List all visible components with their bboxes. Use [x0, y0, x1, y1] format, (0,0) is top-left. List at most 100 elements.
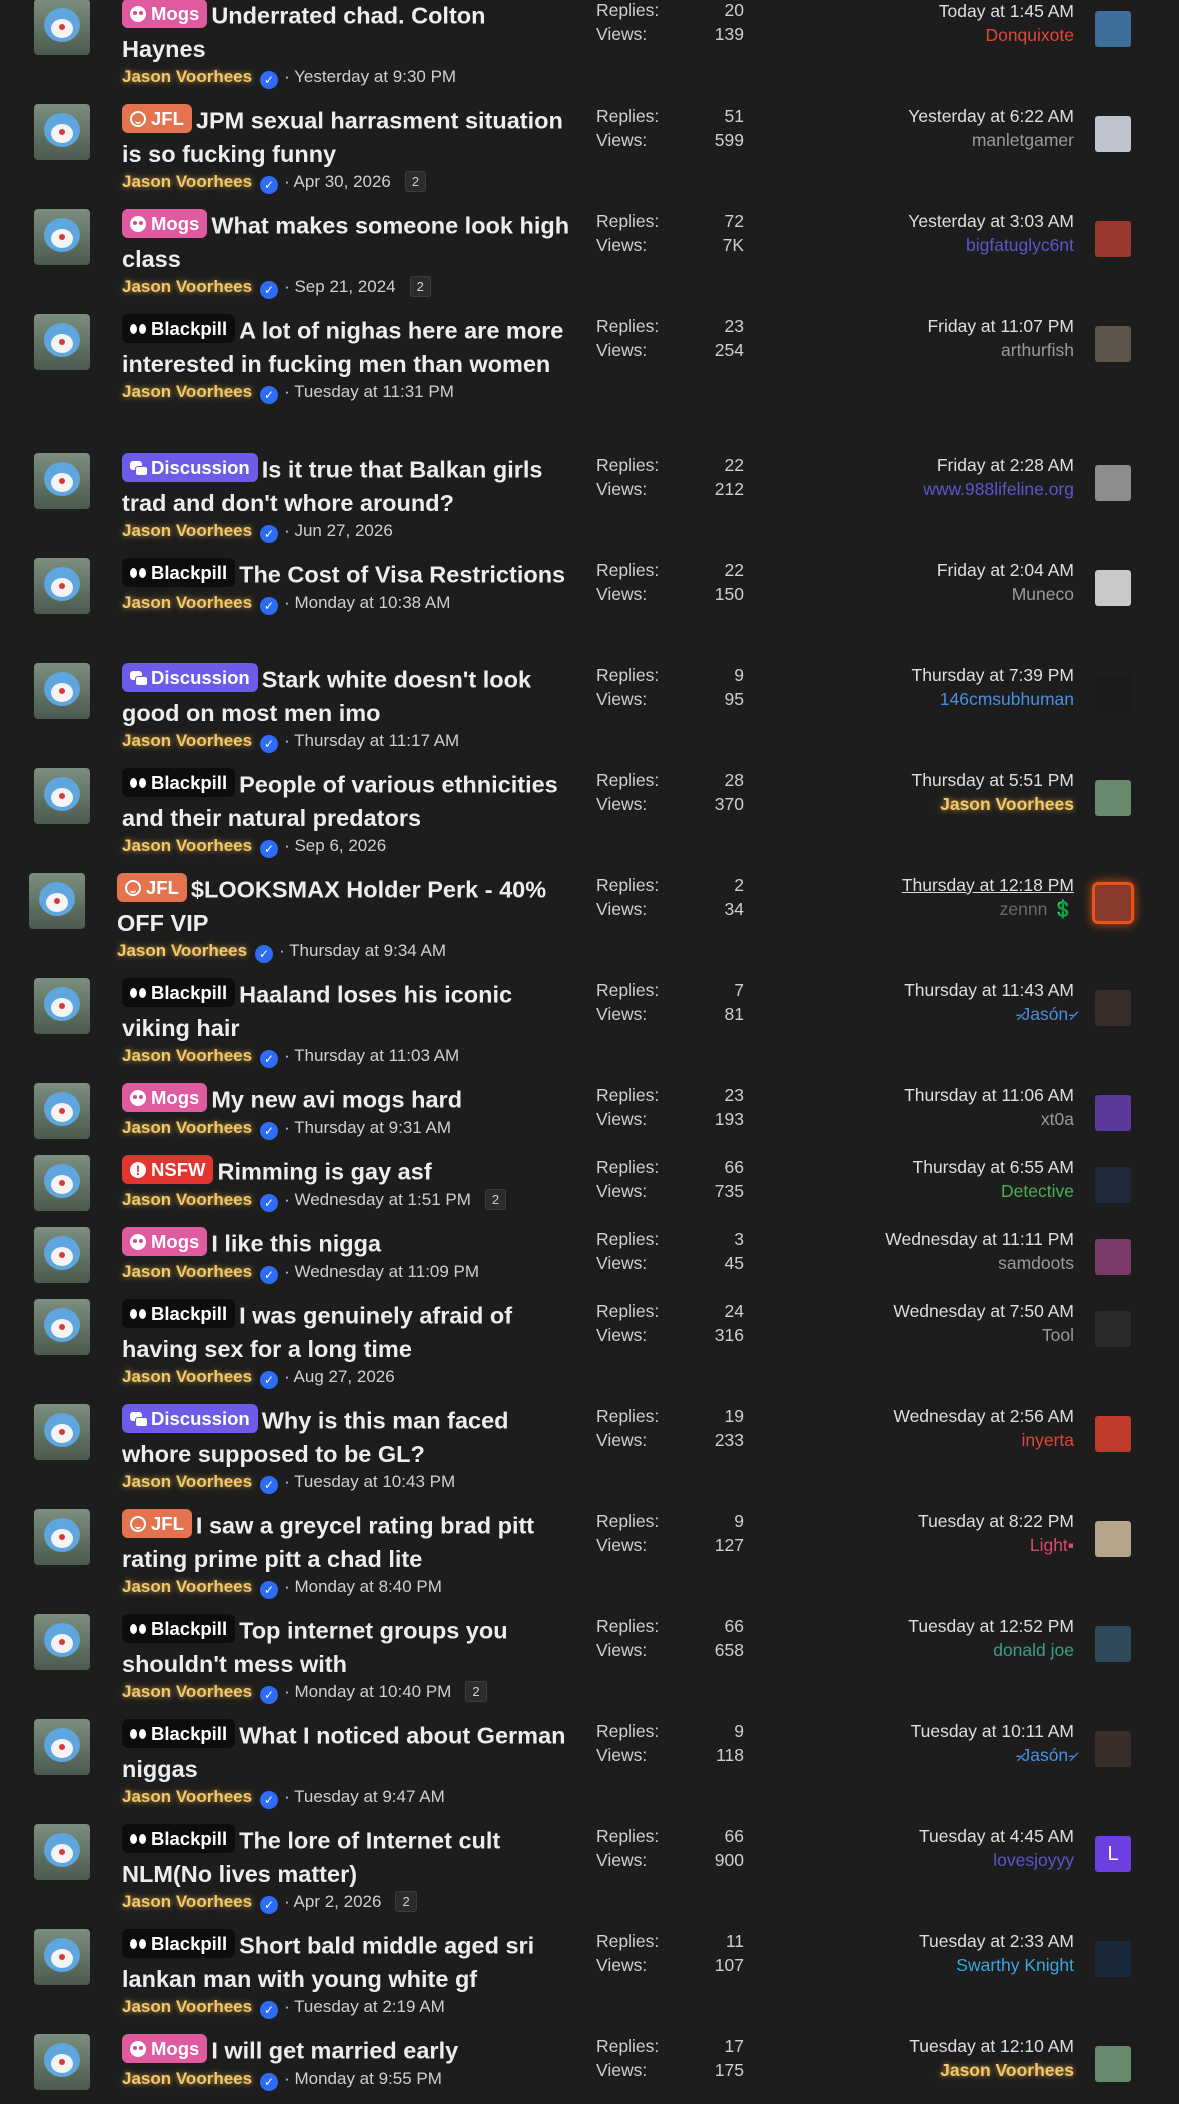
page-jump-link[interactable]: 2: [395, 1890, 417, 1912]
last-poster-name[interactable]: donald joe: [754, 1638, 1074, 1662]
last-poster-name[interactable]: 146cmsubhuman: [754, 687, 1074, 711]
author-avatar[interactable]: [34, 1929, 90, 1985]
last-post-time[interactable]: Friday at 2:28 AM: [754, 453, 1074, 477]
last-poster-avatar[interactable]: L: [1095, 1836, 1131, 1872]
last-poster-name[interactable]: inyerta: [754, 1428, 1074, 1452]
thread-date[interactable]: Tuesday at 2:19 AM: [294, 1997, 445, 2016]
author-name[interactable]: Jason Voorhees: [122, 1997, 252, 2016]
author-avatar[interactable]: [34, 558, 90, 614]
author-name[interactable]: Jason Voorhees: [122, 1367, 252, 1386]
author-name[interactable]: Jason Voorhees: [122, 1190, 252, 1209]
author-name[interactable]: Jason Voorhees: [122, 172, 252, 191]
author-avatar[interactable]: [34, 0, 90, 55]
last-poster-avatar[interactable]: [1095, 1311, 1131, 1347]
page-jump-link[interactable]: 2: [409, 275, 431, 297]
page-jump-link[interactable]: 2: [404, 170, 427, 192]
prefix-badge[interactable]: Mogs: [122, 1083, 208, 1112]
prefix-badge[interactable]: Discussion: [122, 663, 258, 692]
author-name[interactable]: Jason Voorhees: [122, 836, 252, 855]
prefix-badge[interactable]: JFL: [117, 873, 187, 902]
author-name[interactable]: Jason Voorhees: [122, 1262, 252, 1281]
page-jump-link[interactable]: 2: [484, 1188, 507, 1210]
last-poster-avatar[interactable]: [1095, 675, 1131, 711]
last-post-time[interactable]: Friday at 11:07 PM: [754, 314, 1074, 338]
thread-date[interactable]: Monday at 10:40 PM: [294, 1682, 451, 1701]
last-poster-avatar[interactable]: [1095, 326, 1131, 362]
author-name[interactable]: Jason Voorhees: [122, 1472, 252, 1491]
last-poster-name[interactable]: -̷Jasón-̷: [754, 1743, 1074, 1767]
last-poster-name[interactable]: lovesjoyyy: [754, 1848, 1074, 1872]
author-name[interactable]: Jason Voorhees: [122, 1118, 252, 1137]
prefix-badge[interactable]: Blackpill: [122, 1719, 236, 1748]
author-name[interactable]: Jason Voorhees: [122, 382, 252, 401]
thread-date[interactable]: Tuesday at 9:47 AM: [294, 1787, 445, 1806]
last-post-time[interactable]: Wednesday at 11:11 PM: [754, 1227, 1074, 1251]
prefix-badge[interactable]: Mogs: [122, 1227, 208, 1256]
last-poster-name[interactable]: arthurfish: [754, 338, 1074, 362]
last-post-time[interactable]: Tuesday at 2:33 AM: [754, 1929, 1074, 1953]
author-name[interactable]: Jason Voorhees: [122, 521, 252, 540]
author-avatar[interactable]: [34, 1155, 90, 1211]
last-poster-avatar[interactable]: [1095, 1731, 1131, 1767]
last-poster-avatar[interactable]: [1095, 990, 1131, 1026]
author-name[interactable]: Jason Voorhees: [122, 1046, 252, 1065]
last-poster-name[interactable]: Tool: [754, 1323, 1074, 1347]
thread-date[interactable]: Apr 2, 2026: [294, 1892, 382, 1911]
author-name[interactable]: Jason Voorhees: [122, 1892, 252, 1911]
thread-date[interactable]: Monday at 10:38 AM: [294, 593, 450, 612]
author-name[interactable]: Jason Voorhees: [122, 2069, 252, 2088]
last-post-time[interactable]: Today at 1:45 AM: [754, 0, 1074, 23]
thread-title-link[interactable]: I will get married early: [211, 2038, 458, 2064]
thread-date[interactable]: Apr 30, 2026: [294, 172, 391, 191]
last-post-time[interactable]: Tuesday at 10:11 AM: [754, 1719, 1074, 1743]
thread-date[interactable]: Yesterday at 9:30 PM: [294, 67, 456, 86]
last-poster-avatar[interactable]: [1095, 1239, 1131, 1275]
thread-date[interactable]: Thursday at 9:31 AM: [294, 1118, 451, 1137]
thread-date[interactable]: Wednesday at 11:09 PM: [294, 1262, 479, 1281]
author-avatar[interactable]: [34, 453, 90, 509]
author-avatar[interactable]: [34, 1227, 90, 1283]
last-post-time[interactable]: Yesterday at 6:22 AM: [754, 104, 1074, 128]
author-avatar[interactable]: [29, 873, 85, 929]
author-avatar[interactable]: [34, 1614, 90, 1670]
last-poster-avatar[interactable]: [1095, 11, 1131, 47]
thread-date[interactable]: Tuesday at 11:31 PM: [294, 382, 454, 401]
last-poster-avatar[interactable]: [1095, 221, 1131, 257]
last-poster-avatar[interactable]: [1095, 1626, 1131, 1662]
author-avatar[interactable]: [34, 104, 90, 160]
last-poster-avatar[interactable]: [1095, 1941, 1131, 1977]
prefix-badge[interactable]: Blackpill: [122, 1824, 236, 1853]
last-poster-name[interactable]: xt0a: [754, 1107, 1074, 1131]
last-poster-avatar[interactable]: [1095, 465, 1131, 501]
thread-date[interactable]: Jun 27, 2026: [294, 521, 392, 540]
prefix-badge[interactable]: Mogs: [122, 2034, 208, 2063]
author-name[interactable]: Jason Voorhees: [122, 1577, 252, 1596]
page-jump-link[interactable]: 2: [465, 1680, 487, 1702]
prefix-badge[interactable]: Blackpill: [122, 1299, 236, 1328]
author-avatar[interactable]: [34, 209, 90, 265]
last-poster-name[interactable]: samdoots: [754, 1251, 1074, 1275]
thread-date[interactable]: Wednesday at 1:51 PM: [294, 1190, 470, 1209]
last-post-time[interactable]: Thursday at 12:18 PM: [754, 873, 1074, 897]
author-avatar[interactable]: [34, 314, 90, 370]
thread-title-link[interactable]: I like this nigga: [211, 1231, 381, 1257]
author-avatar[interactable]: [34, 768, 90, 824]
last-poster-name[interactable]: zennn 💲: [754, 897, 1074, 921]
prefix-badge[interactable]: JFL: [122, 1509, 192, 1538]
prefix-badge[interactable]: Blackpill: [122, 1614, 236, 1643]
last-poster-name[interactable]: www.988lifeline.org: [754, 477, 1074, 501]
author-avatar[interactable]: [34, 1083, 90, 1139]
thread-date[interactable]: Tuesday at 10:43 PM: [294, 1472, 455, 1491]
last-post-time[interactable]: Yesterday at 3:03 AM: [754, 209, 1074, 233]
last-poster-avatar[interactable]: [1095, 1521, 1131, 1557]
author-avatar[interactable]: [34, 1509, 90, 1565]
last-poster-avatar[interactable]: [1095, 1167, 1131, 1203]
last-poster-name[interactable]: manletgamer: [754, 128, 1074, 152]
author-name[interactable]: Jason Voorhees: [122, 67, 252, 86]
prefix-badge[interactable]: Blackpill: [122, 768, 236, 797]
last-poster-name[interactable]: bigfatuglyc6nt: [754, 233, 1074, 257]
last-post-time[interactable]: Tuesday at 4:45 AM: [754, 1824, 1074, 1848]
last-post-time[interactable]: Thursday at 7:39 PM: [754, 663, 1074, 687]
prefix-badge[interactable]: JFL: [122, 104, 192, 133]
author-avatar[interactable]: [34, 1404, 90, 1460]
